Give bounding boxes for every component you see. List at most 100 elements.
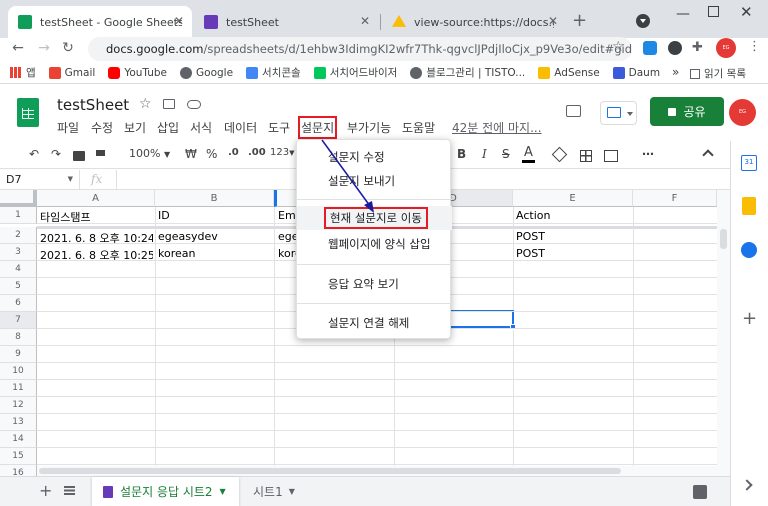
cell-e3[interactable]: POST: [516, 247, 629, 260]
extension-icon[interactable]: [668, 41, 682, 55]
column-header-f[interactable]: F: [633, 190, 717, 207]
vertical-scrollbar[interactable]: [717, 190, 730, 476]
cell-b3[interactable]: korean: [158, 247, 271, 260]
document-title[interactable]: testSheet: [57, 96, 129, 114]
cell-c1[interactable]: Ema: [278, 209, 296, 222]
sheet-tab-form-responses[interactable]: 설문지 응답 시트2 ▼: [92, 477, 239, 506]
cell-b2[interactable]: egeasydev: [158, 230, 271, 243]
print-icon[interactable]: [73, 151, 85, 161]
decrease-decimal-button[interactable]: .0: [228, 147, 239, 158]
horizontal-scrollbar[interactable]: [37, 466, 717, 476]
vertical-scroll-thumb[interactable]: [720, 229, 727, 249]
currency-format-button[interactable]: ₩: [185, 147, 197, 161]
column-header-a[interactable]: A: [37, 190, 155, 207]
row-header[interactable]: 3: [0, 244, 37, 261]
name-box[interactable]: D7 ▼: [0, 170, 80, 189]
row-header[interactable]: 6: [0, 295, 37, 312]
close-tab-icon[interactable]: ✕: [360, 14, 370, 28]
account-avatar[interactable]: EG: [729, 99, 756, 126]
menu-item-unlink-form[interactable]: 설문지 연결 해제: [297, 311, 452, 335]
keep-icon[interactable]: [742, 197, 756, 215]
close-tab-icon[interactable]: ✕: [174, 14, 184, 28]
maximize-icon[interactable]: [708, 6, 719, 17]
bookmark-star-icon[interactable]: ☆: [612, 39, 625, 55]
close-window-icon[interactable]: ✕: [740, 3, 753, 21]
menu-data[interactable]: 데이터: [224, 119, 257, 136]
row-header[interactable]: 4: [0, 261, 37, 278]
back-arrow-icon[interactable]: ←: [8, 38, 28, 58]
menu-tools[interactable]: 도구: [268, 119, 290, 136]
cell-c3[interactable]: kore: [278, 247, 296, 260]
menu-edit[interactable]: 수정: [91, 119, 113, 136]
extension-icon[interactable]: [643, 41, 657, 55]
bookmark-gmail[interactable]: Gmail: [48, 66, 95, 79]
close-tab-icon[interactable]: ✕: [548, 14, 558, 28]
cell-c2[interactable]: ege: [278, 230, 296, 243]
chevron-right-icon[interactable]: [741, 479, 753, 491]
increase-decimal-button[interactable]: .00: [248, 147, 266, 158]
puzzle-extensions-icon[interactable]: ✚: [692, 40, 703, 55]
text-color-button[interactable]: A: [522, 145, 535, 164]
reload-icon[interactable]: ↻: [58, 38, 78, 58]
comments-icon[interactable]: [566, 105, 581, 117]
more-options-icon[interactable]: ⋯: [642, 147, 654, 161]
paint-format-icon[interactable]: [96, 150, 105, 156]
chrome-menu-icon[interactable]: ⋮: [748, 39, 761, 54]
bookmark-daum[interactable]: Daum: [612, 66, 660, 79]
merge-cells-icon[interactable]: [604, 150, 618, 162]
row-header[interactable]: 8: [0, 329, 37, 346]
bookmark-apps[interactable]: 앱: [10, 65, 36, 80]
bookmark-search-advisor[interactable]: 서치어드바이저: [313, 65, 397, 80]
zoom-select[interactable]: 100% ▼: [129, 147, 170, 160]
bookmark-tistory[interactable]: 블로그관리 | TISTO...: [410, 65, 525, 80]
sheet-tab-sheet1[interactable]: 시트1 ▼: [253, 477, 295, 506]
explore-icon[interactable]: [693, 485, 707, 499]
menu-insert[interactable]: 삽입: [157, 119, 179, 136]
select-all-corner[interactable]: [0, 190, 37, 207]
row-header[interactable]: 14: [0, 431, 37, 448]
all-sheets-list-icon[interactable]: [64, 486, 75, 495]
column-header-e[interactable]: E: [513, 190, 633, 207]
menu-item-show-summary[interactable]: 응답 요약 보기: [297, 272, 452, 296]
cell-b1[interactable]: ID: [158, 209, 271, 222]
row-header[interactable]: 11: [0, 380, 37, 397]
bold-button[interactable]: B: [457, 147, 466, 161]
row-header[interactable]: 10: [0, 363, 37, 380]
more-formats-button[interactable]: 123▼: [270, 147, 294, 158]
bookmark-search-console[interactable]: 서치콘솔: [246, 65, 301, 80]
tab-testsheet-google-sheets[interactable]: testSheet - Google Sheets ✕: [8, 6, 192, 38]
tab-view-source[interactable]: view-source:https://docs.googl... ✕: [382, 6, 566, 38]
move-folder-icon[interactable]: [163, 99, 175, 109]
percent-format-button[interactable]: %: [206, 147, 217, 161]
present-button[interactable]: [600, 101, 637, 125]
reading-list[interactable]: 읽기 목록: [690, 66, 746, 81]
row-header[interactable]: 1: [0, 207, 37, 224]
profile-avatar[interactable]: EG: [716, 38, 736, 58]
cell-e1[interactable]: Action: [516, 209, 629, 222]
menu-format[interactable]: 서식: [190, 119, 212, 136]
row-header[interactable]: 13: [0, 414, 37, 431]
menu-help[interactable]: 도움말: [402, 119, 435, 136]
redo-icon[interactable]: ↷: [51, 147, 61, 161]
row-header[interactable]: 5: [0, 278, 37, 295]
fill-handle[interactable]: [510, 324, 516, 330]
row-header[interactable]: 9: [0, 346, 37, 363]
menu-view[interactable]: 보기: [124, 119, 146, 136]
fill-color-icon[interactable]: [551, 146, 568, 163]
row-header[interactable]: 7: [0, 312, 37, 329]
cell-e2[interactable]: POST: [516, 230, 629, 243]
tab-testsheet-forms[interactable]: testSheet ✕: [194, 6, 378, 38]
horizontal-scroll-thumb[interactable]: [39, 468, 621, 474]
row-header[interactable]: 12: [0, 397, 37, 414]
bookmark-adsense[interactable]: AdSense: [538, 66, 600, 79]
address-bar[interactable]: docs.google.com/spreadsheets/d/1ehbw3Idi…: [88, 37, 632, 61]
menu-file[interactable]: 파일: [57, 119, 79, 136]
share-button[interactable]: 공유: [650, 97, 724, 126]
strikethrough-button[interactable]: S: [502, 147, 510, 161]
row-header[interactable]: 2: [0, 227, 37, 244]
star-icon[interactable]: ☆: [139, 96, 152, 112]
row-header[interactable]: 15: [0, 448, 37, 465]
bookmark-youtube[interactable]: YouTube: [108, 66, 167, 79]
undo-icon[interactable]: ↶: [29, 147, 39, 161]
tab-search-icon[interactable]: [636, 14, 650, 28]
